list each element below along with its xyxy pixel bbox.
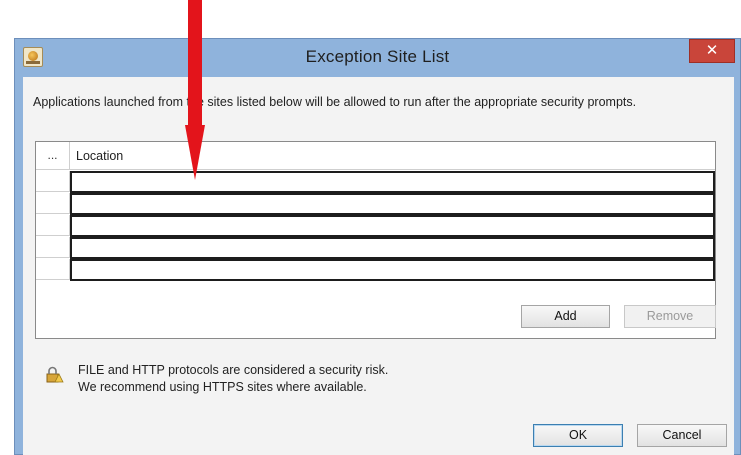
row-index-cell xyxy=(36,259,70,280)
row-index-cell xyxy=(36,171,70,192)
location-cell[interactable] xyxy=(70,193,715,215)
location-cell[interactable] xyxy=(70,237,715,259)
table-row[interactable] xyxy=(36,259,715,281)
add-button[interactable]: Add xyxy=(521,305,610,328)
ok-button[interactable]: OK xyxy=(533,424,623,447)
security-warning-text: FILE and HTTP protocols are considered a… xyxy=(78,362,388,396)
table-row[interactable] xyxy=(36,237,715,259)
warning-line-1: FILE and HTTP protocols are considered a… xyxy=(78,363,389,377)
cancel-button[interactable]: Cancel xyxy=(637,424,727,447)
window-title: Exception Site List xyxy=(305,47,450,66)
intro-text: Applications launched from the sites lis… xyxy=(33,95,637,109)
dialog-content: Applications launched from the sites lis… xyxy=(23,77,734,455)
row-index-cell xyxy=(36,237,70,258)
table-header: ... Location xyxy=(36,142,715,170)
location-cell[interactable] xyxy=(70,259,715,281)
annotation-arrow xyxy=(185,0,205,180)
close-button[interactable]: ✕ xyxy=(689,39,735,63)
warning-line-2: We recommend using HTTPS sites where ava… xyxy=(78,380,367,394)
row-index-cell xyxy=(36,215,70,236)
title-bar[interactable]: Exception Site List ✕ xyxy=(15,39,740,77)
site-table: ... Location xyxy=(35,141,716,339)
column-header-index[interactable]: ... xyxy=(36,142,70,170)
table-row[interactable] xyxy=(36,215,715,237)
lock-warning-icon xyxy=(46,366,64,383)
location-cell[interactable] xyxy=(70,215,715,237)
remove-button[interactable]: Remove xyxy=(624,305,716,328)
table-row[interactable] xyxy=(36,171,715,193)
row-index-cell xyxy=(36,193,70,214)
table-row[interactable] xyxy=(36,193,715,215)
location-cell[interactable] xyxy=(70,171,715,193)
column-header-location[interactable]: Location xyxy=(76,149,123,163)
